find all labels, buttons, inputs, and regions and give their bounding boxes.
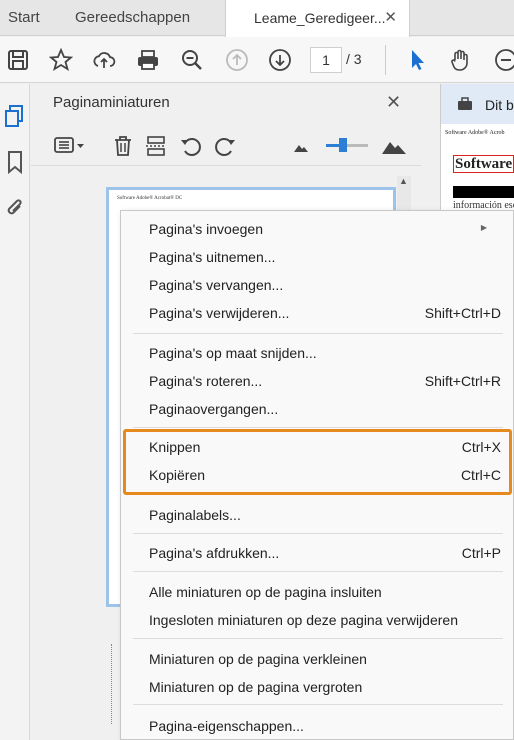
save-icon[interactable] (6, 48, 30, 72)
options-menu-icon[interactable] (53, 134, 87, 158)
menu-separator (133, 333, 503, 334)
thumbnail-text: Software Adobe® Acrobat® DC (117, 196, 183, 201)
zoom-out-icon[interactable] (180, 48, 204, 72)
menu-shortcut-print-pages: Ctrl+P (461, 545, 501, 561)
menu-item-reduce-thumbnails[interactable]: Miniaturen op de pagina verkleinen (149, 648, 367, 670)
menu-item-rotate-pages[interactable]: Pagina's roteren... (149, 370, 262, 392)
thumbnail-size-knob[interactable] (338, 138, 347, 152)
briefcase-icon (458, 97, 472, 110)
menu-shortcut-rotate-pages: Shift+Ctrl+R (424, 373, 501, 389)
upload-cloud-icon[interactable] (92, 48, 116, 72)
menu-separator (133, 704, 503, 705)
menu-item-crop-pages[interactable]: Pagina's op maat snijden... (149, 342, 317, 364)
large-thumbnails-icon[interactable] (381, 134, 407, 158)
page-thumbnails-icon[interactable] (4, 104, 26, 128)
page-total: / 3 (346, 51, 362, 67)
menu-item-delete-pages[interactable]: Pagina's verwijderen... (149, 302, 289, 324)
redaction-bar (453, 186, 514, 198)
star-icon[interactable] (48, 47, 74, 72)
submenu-arrow-icon: ▶ (480, 223, 487, 232)
menu-item-replace-pages[interactable]: Pagina's vervangen... (149, 274, 283, 296)
crop-pages-icon[interactable] (144, 134, 168, 158)
menu-item-remove-embedded-thumbnails[interactable]: Ingesloten miniaturen op deze pagina ver… (149, 609, 458, 631)
main-toolbar: 1 / 3 (0, 37, 514, 83)
thumbnail-size-slider[interactable] (326, 138, 368, 152)
previous-page-icon[interactable] (225, 48, 249, 72)
tab-document-label: Leame_Geredigeer... (254, 10, 386, 26)
menu-separator (133, 638, 503, 639)
menu-item-page-labels[interactable]: Paginalabels... (149, 504, 241, 526)
tab-start[interactable]: Start (8, 0, 40, 36)
rotate-right-icon[interactable] (213, 134, 237, 158)
left-rail (0, 84, 30, 740)
panel-close-icon[interactable]: ✕ (386, 92, 401, 113)
tab-close-icon[interactable]: ✕ (384, 0, 397, 36)
scroll-up-icon[interactable]: ▲ (399, 176, 408, 186)
document-title: Software A (453, 155, 514, 173)
trash-icon[interactable] (111, 134, 135, 158)
next-thumbnail-edge (111, 644, 113, 724)
menu-separator (133, 571, 503, 572)
menu-shortcut-delete-pages: Shift+Ctrl+D (424, 305, 501, 321)
menu-separator (133, 533, 503, 534)
next-page-icon[interactable] (268, 48, 292, 72)
menu-item-enlarge-thumbnails[interactable]: Miniaturen op de pagina vergroten (149, 676, 362, 698)
tab-bar: Start Gereedschappen Leame_Geredigeer...… (0, 0, 514, 37)
tab-tools[interactable]: Gereedschappen (75, 0, 190, 36)
select-cursor-icon[interactable] (406, 48, 430, 72)
small-thumbnails-icon[interactable] (293, 134, 309, 158)
tab-document[interactable]: Leame_Geredigeer... ✕ (225, 0, 410, 37)
menu-item-insert-pages[interactable]: Pagina's invoegen (149, 218, 263, 240)
zoom-minus-icon[interactable] (494, 48, 514, 72)
highlight-box (123, 429, 512, 495)
attachment-icon[interactable] (4, 196, 26, 220)
menu-item-print-pages[interactable]: Pagina's afdrukken... (149, 542, 279, 564)
page-number-input[interactable]: 1 (310, 47, 342, 73)
toolbar-divider (385, 45, 386, 75)
document-banner: Dit b (441, 84, 514, 124)
menu-separator (133, 427, 503, 428)
menu-item-embed-all-thumbnails[interactable]: Alle miniaturen op de pagina insluiten (149, 581, 382, 603)
document-title-boxed[interactable]: Software (453, 155, 514, 173)
print-icon[interactable] (136, 48, 160, 72)
bookmark-icon[interactable] (4, 150, 26, 175)
menu-item-page-transitions[interactable]: Paginaovergangen... (149, 398, 278, 420)
menu-item-page-properties[interactable]: Pagina-eigenschappen... (149, 715, 304, 737)
menu-item-extract-pages[interactable]: Pagina's uitnemen... (149, 246, 275, 268)
rotate-left-icon[interactable] (179, 134, 203, 158)
hand-tool-icon[interactable] (448, 48, 472, 72)
banner-text: Dit b (485, 97, 514, 113)
document-header-text: Software Adobe® Acrob (445, 130, 505, 136)
panel-toolbar (31, 130, 421, 166)
panel-title: Paginaminiaturen (53, 94, 170, 111)
